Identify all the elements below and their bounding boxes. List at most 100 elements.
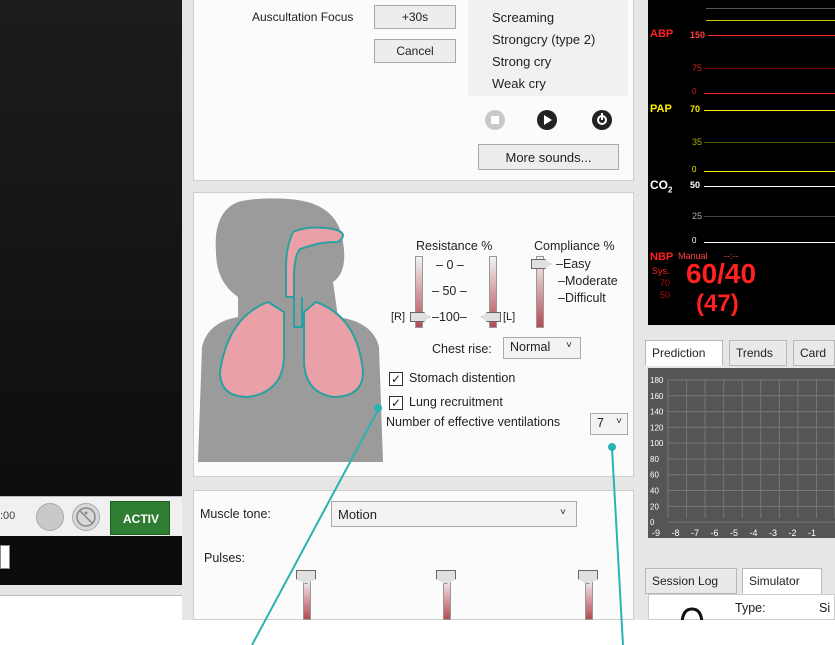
x-tick-label: -5 bbox=[730, 528, 738, 538]
type-value: Si bbox=[819, 601, 831, 615]
y-tick-label: 60 bbox=[650, 471, 659, 480]
pap-scale-low: 0 bbox=[692, 165, 697, 174]
sound-item[interactable]: Strongcry (type 2) bbox=[492, 32, 595, 47]
y-tick-label: 20 bbox=[650, 502, 659, 511]
x-tick-label: -3 bbox=[769, 528, 777, 538]
pulse-slider-1[interactable] bbox=[303, 578, 311, 620]
grid-line bbox=[704, 171, 835, 172]
grid-line bbox=[704, 242, 835, 243]
chest-rise-value: Normal bbox=[510, 340, 551, 354]
pap-label: PAP bbox=[650, 103, 672, 115]
tab-prediction[interactable]: Prediction bbox=[645, 340, 723, 366]
sound-item[interactable]: Weak cry bbox=[492, 76, 546, 91]
chest-rise-select[interactable]: Normal ˅ bbox=[503, 337, 581, 359]
left-side-label: [L] bbox=[503, 311, 516, 323]
muscle-tone-value: Motion bbox=[338, 507, 378, 522]
muscle-tone-select[interactable]: Motion ˅ bbox=[331, 501, 577, 527]
nbp-value: 60/40 bbox=[686, 258, 757, 289]
x-tick-label: -8 bbox=[672, 528, 680, 538]
pulses-label: Pulses: bbox=[204, 551, 245, 565]
screenshot-region: :00 ACTIV Auscultation Focus +30s Cancel… bbox=[0, 0, 835, 620]
pap-line bbox=[704, 110, 835, 111]
y-tick-label: 120 bbox=[650, 423, 664, 432]
add-30s-button[interactable]: +30s bbox=[374, 5, 456, 29]
grid-line bbox=[704, 93, 835, 94]
prediction-grid: 180 160 140 120 100 80 60 40 20 0-9 -8 -7 -6 -5 -4 -3 -2… bbox=[650, 376, 835, 538]
pap-scale-high: 70 bbox=[690, 104, 701, 114]
abp-label: ABP bbox=[650, 28, 674, 40]
grid-line bbox=[706, 8, 835, 9]
x-tick-label: -1 bbox=[808, 528, 816, 538]
lung-recruitment-checkbox[interactable]: ✓ bbox=[389, 396, 403, 410]
tab-card[interactable]: Card bbox=[793, 340, 835, 366]
more-sounds-button[interactable]: More sounds... bbox=[478, 144, 619, 170]
lung-recruitment-label: Lung recruitment bbox=[409, 395, 503, 409]
resistance-tick-0: – 0 – bbox=[436, 258, 464, 272]
nbp-mean: (47) bbox=[696, 290, 739, 317]
play-icon[interactable] bbox=[537, 110, 557, 130]
left-lower-panel bbox=[0, 595, 182, 620]
vital-signs-monitor: ABP 150 75 0 PAP 70 35 0 CO2 50 25 0 NBP… bbox=[648, 0, 835, 325]
chest-rise-label: Chest rise: bbox=[432, 342, 492, 356]
accessibility-icon-button[interactable] bbox=[72, 503, 100, 531]
simulator-panel: Type: Si bbox=[648, 594, 835, 620]
y-tick-label: 80 bbox=[650, 455, 659, 464]
grid-line bbox=[704, 216, 835, 217]
headset-icon bbox=[680, 607, 704, 620]
abp-scale-high: 150 bbox=[690, 30, 706, 40]
sound-item[interactable]: Strong cry bbox=[492, 54, 551, 69]
resistance-label: Resistance % bbox=[416, 239, 493, 253]
grid-line bbox=[706, 20, 835, 21]
stop-icon[interactable] bbox=[485, 110, 505, 130]
grid-line bbox=[704, 68, 835, 69]
y-tick-label: 40 bbox=[650, 487, 659, 496]
airway-body-illustration bbox=[198, 198, 383, 462]
co2-scale-low: 0 bbox=[692, 236, 697, 245]
stomach-distention-label: Stomach distention bbox=[409, 371, 516, 385]
left-field[interactable] bbox=[0, 545, 10, 569]
effective-ventilations-value: 7 bbox=[597, 416, 604, 430]
abp-scale-low: 0 bbox=[692, 87, 697, 96]
co2-scale-high: 50 bbox=[690, 180, 701, 190]
stomach-distention-checkbox[interactable]: ✓ bbox=[389, 372, 403, 386]
compliance-moderate: –Moderate bbox=[558, 274, 618, 288]
y-tick-label: 100 bbox=[650, 439, 664, 448]
y-tick-label: 180 bbox=[650, 376, 664, 385]
timer-fragment: :00 bbox=[0, 510, 16, 522]
grid-line bbox=[704, 142, 835, 143]
cancel-button[interactable]: Cancel bbox=[374, 39, 456, 63]
x-tick-label: -6 bbox=[711, 528, 719, 538]
effective-ventilations-label: Number of effective ventilations bbox=[386, 415, 561, 429]
auscultation-focus-label: Auscultation Focus bbox=[252, 10, 354, 24]
tab-simulator[interactable]: Simulator bbox=[742, 568, 822, 594]
co2-label: CO2 bbox=[650, 178, 673, 195]
activate-button[interactable]: ACTIV bbox=[110, 501, 170, 535]
abp-scale-mid: 75 bbox=[692, 63, 703, 73]
sys-low: 50 bbox=[660, 290, 671, 300]
y-tick-label: 0 bbox=[650, 518, 655, 527]
prediction-chart: 180 160 140 120 100 80 60 40 20 0 -9 -8 -7 -6 -5 -4 -3 -2… bbox=[648, 368, 835, 538]
compliance-label: Compliance % bbox=[534, 239, 615, 253]
chevron-down-icon: ˅ bbox=[566, 340, 572, 351]
x-tick-label: -4 bbox=[750, 528, 758, 538]
compliance-easy: –Easy bbox=[556, 257, 591, 271]
abp-line bbox=[708, 35, 835, 36]
pulse-slider-2[interactable] bbox=[443, 578, 451, 620]
tab-session-log[interactable]: Session Log bbox=[645, 568, 737, 594]
effective-ventilations-select[interactable]: 7 ˅ bbox=[590, 413, 628, 435]
pulse-slider-3[interactable] bbox=[585, 578, 593, 620]
x-tick-label: -9 bbox=[652, 528, 660, 538]
chevron-down-icon: ˅ bbox=[616, 416, 622, 427]
type-label: Type: bbox=[735, 601, 766, 615]
tab-trends[interactable]: Trends bbox=[729, 340, 787, 366]
sys-label: Sys. bbox=[652, 266, 670, 276]
sys-high: 70 bbox=[660, 278, 671, 288]
record-icon[interactable] bbox=[592, 110, 612, 130]
log-tabs: Session Log Simulator bbox=[645, 568, 835, 594]
sound-round-button[interactable] bbox=[36, 503, 64, 531]
right-side-label: [R] bbox=[391, 311, 406, 323]
chevron-down-icon: ˅ bbox=[560, 507, 566, 518]
sound-item[interactable]: Screaming bbox=[492, 10, 554, 25]
pap-scale-mid: 35 bbox=[692, 137, 703, 147]
y-tick-label: 140 bbox=[650, 408, 664, 417]
